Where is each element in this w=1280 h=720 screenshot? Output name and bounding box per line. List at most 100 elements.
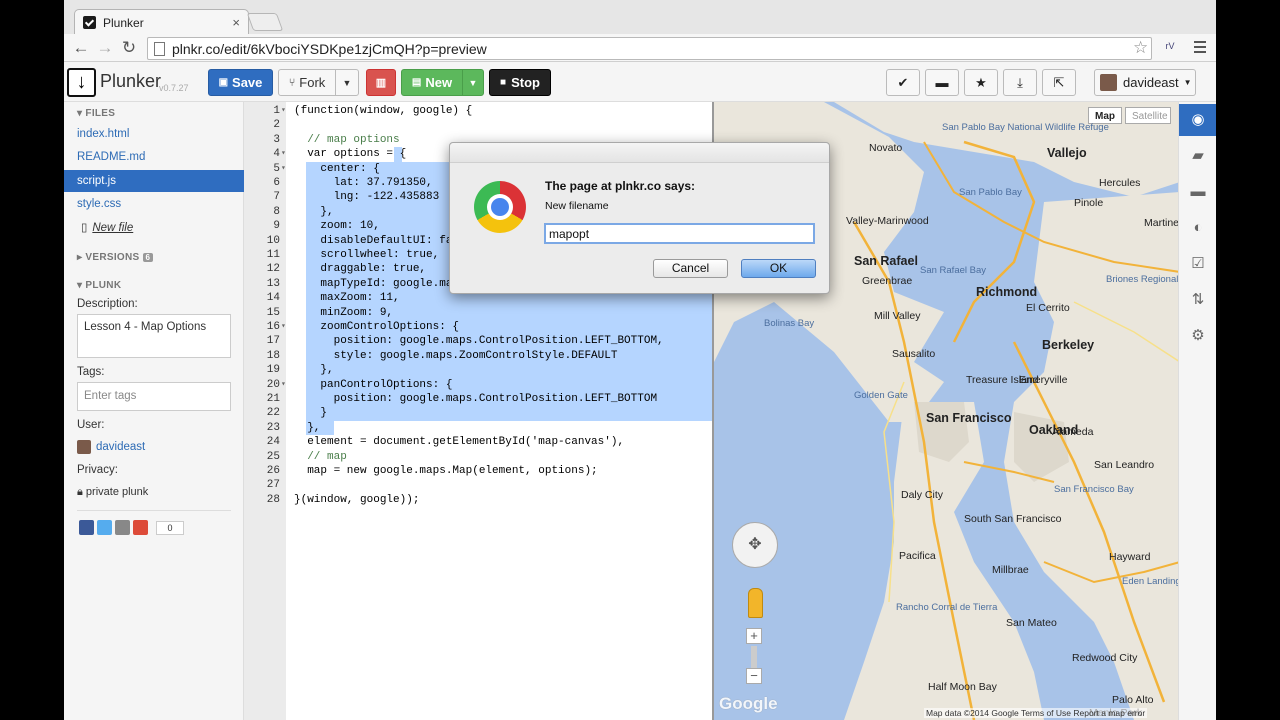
- code-line: zoom: 10,: [294, 220, 380, 233]
- map-place-label: Briones Regional Park: [1106, 274, 1178, 285]
- tags-label: Tags:: [77, 366, 105, 378]
- line-number: 1: [244, 104, 285, 119]
- plunk-section-header[interactable]: ▾ PLUNK: [77, 280, 121, 291]
- description-textarea[interactable]: Lesson 4 - Map Options: [77, 314, 231, 358]
- code-line: position: google.maps.ControlPosition.LE…: [294, 335, 664, 348]
- map-place-label: Mill Valley: [874, 310, 921, 322]
- bookmark-star-icon[interactable]: ☆: [1133, 38, 1148, 58]
- user-link[interactable]: davideast: [77, 440, 145, 454]
- map-place-label: San Pablo Bay: [959, 187, 1022, 198]
- check-icon[interactable]: ✔: [886, 69, 920, 96]
- line-number: 20: [244, 378, 286, 393]
- preview-eye-icon[interactable]: ◉: [1179, 104, 1216, 136]
- map-place-label: El Cerrito: [1026, 302, 1070, 314]
- map-type-satellite-button[interactable]: Satellite: [1125, 107, 1171, 124]
- new-tab-button[interactable]: [246, 13, 284, 31]
- plunker-logo-icon[interactable]: ↓: [67, 68, 96, 97]
- stop-button[interactable]: ■ Stop: [489, 69, 551, 96]
- user-menu-button[interactable]: davideast ▼: [1094, 69, 1196, 96]
- gear-icon[interactable]: ⚙: [1179, 320, 1216, 352]
- code-line: (function(window, google) {: [294, 105, 473, 117]
- sync-icon[interactable]: ⇅: [1179, 284, 1216, 316]
- code-line: lng: -122.435883: [294, 191, 440, 204]
- map-place-label: Daly City: [901, 489, 944, 501]
- browser-window: Plunker × ← → ↻ plnkr.co/edit/6kVbociYSD…: [64, 0, 1216, 720]
- map-place-label: Eden Landing Ecological Reserve: [1122, 576, 1178, 587]
- google-plus-icon[interactable]: [133, 520, 148, 535]
- pan-control[interactable]: ✥: [732, 522, 778, 568]
- delete-button[interactable]: ▥: [366, 69, 396, 96]
- pan-arrows-icon: ✥: [748, 536, 762, 553]
- new-dropdown-button[interactable]: ▼: [462, 69, 484, 96]
- line-number: 10: [266, 234, 280, 247]
- extension-icon[interactable]: rV: [1162, 41, 1178, 55]
- new-label: New: [425, 75, 453, 90]
- code-line: }: [294, 407, 328, 420]
- tags-input[interactable]: Enter tags: [77, 382, 231, 411]
- map-place-label: Valley-Marinwood: [846, 215, 929, 227]
- versions-section-header[interactable]: ▸ VERSIONS 6: [77, 252, 154, 263]
- save-button[interactable]: ▣ Save: [208, 69, 273, 96]
- stop-label: Stop: [511, 75, 540, 90]
- map-place-label: Martinez: [1144, 217, 1178, 229]
- line-number: 23: [266, 421, 280, 434]
- fork-dropdown-button[interactable]: ▼: [335, 69, 359, 96]
- reload-icon[interactable]: ↻: [118, 37, 140, 59]
- briefcase-icon[interactable]: ▬: [1179, 176, 1216, 208]
- map-place-label: Emeryville: [1019, 374, 1068, 386]
- map-place-label: San Francisco Bay: [1054, 484, 1134, 495]
- avatar: [1100, 74, 1117, 91]
- zoom-out-icon[interactable]: −: [746, 668, 762, 684]
- twitter-icon[interactable]: [97, 520, 112, 535]
- book-icon[interactable]: ▰: [1179, 140, 1216, 172]
- briefcase-icon[interactable]: ▬: [925, 69, 959, 96]
- download-icon[interactable]: ⤓: [1003, 69, 1037, 96]
- code-line: }(window, google));: [294, 493, 420, 506]
- filename-input[interactable]: [544, 223, 815, 244]
- pegman-icon[interactable]: [748, 588, 763, 618]
- map-attribution[interactable]: Map data ©2014 Google Terms of Use Repor…: [924, 708, 1148, 718]
- email-icon[interactable]: [115, 520, 130, 535]
- map-place-label: Greenbrae: [862, 275, 913, 287]
- new-button[interactable]: ▤ New: [401, 69, 463, 96]
- file-item-readme[interactable]: README.md: [64, 146, 244, 168]
- selection-row: [306, 363, 712, 378]
- map-place-label: San Pablo Bay National Wildlife Refuge: [942, 122, 1109, 133]
- dialog-title: The page at plnkr.co says:: [545, 179, 696, 193]
- file-item-index-html[interactable]: index.html: [64, 123, 244, 145]
- dashboard-icon[interactable]: ◐: [1179, 212, 1216, 244]
- files-section-header[interactable]: ▾ FILES: [77, 108, 115, 119]
- code-line: position: google.maps.ControlPosition.LE…: [294, 393, 658, 405]
- chrome-menu-icon[interactable]: [1194, 41, 1206, 53]
- new-file-link[interactable]: ▯ New file: [64, 217, 244, 239]
- line-number: 5: [244, 162, 285, 177]
- facebook-icon[interactable]: [79, 520, 94, 535]
- file-item-script-js[interactable]: script.js: [64, 170, 244, 192]
- fork-button[interactable]: ⑂ Fork: [278, 69, 336, 96]
- brand-name: Plunker: [100, 71, 162, 91]
- new-file-label: New file: [92, 222, 134, 234]
- line-number: 25: [266, 450, 280, 463]
- save-label: Save: [232, 75, 263, 90]
- ok-button[interactable]: OK: [741, 259, 816, 278]
- address-bar[interactable]: plnkr.co/edit/6kVbociYSDKpe1zjCmQH?p=pre…: [147, 37, 1152, 60]
- code-line: mapTypeId: google.map: [294, 277, 460, 290]
- tab-close-icon[interactable]: ×: [232, 15, 240, 30]
- file-item-style-css[interactable]: style.css: [64, 193, 244, 215]
- map-place-label: San Leandro: [1094, 459, 1155, 471]
- map-place-label: San Mateo: [1006, 617, 1057, 629]
- forward-icon[interactable]: →: [94, 37, 116, 59]
- checkbox-icon[interactable]: ☑: [1179, 248, 1216, 280]
- map-place-label: Hercules: [1099, 177, 1141, 189]
- stop-icon: ■: [500, 77, 507, 88]
- external-link-icon[interactable]: ⇱: [1042, 69, 1076, 96]
- code-line: // map: [294, 450, 347, 463]
- zoom-in-icon[interactable]: +: [746, 628, 762, 644]
- privacy-label: Privacy:: [77, 464, 118, 476]
- browser-tab[interactable]: Plunker ×: [74, 9, 249, 35]
- dialog-titlebar: [450, 143, 829, 163]
- star-icon[interactable]: ★: [964, 69, 998, 96]
- line-number: 9: [273, 220, 280, 233]
- back-icon[interactable]: ←: [70, 37, 92, 59]
- cancel-button[interactable]: Cancel: [653, 259, 728, 278]
